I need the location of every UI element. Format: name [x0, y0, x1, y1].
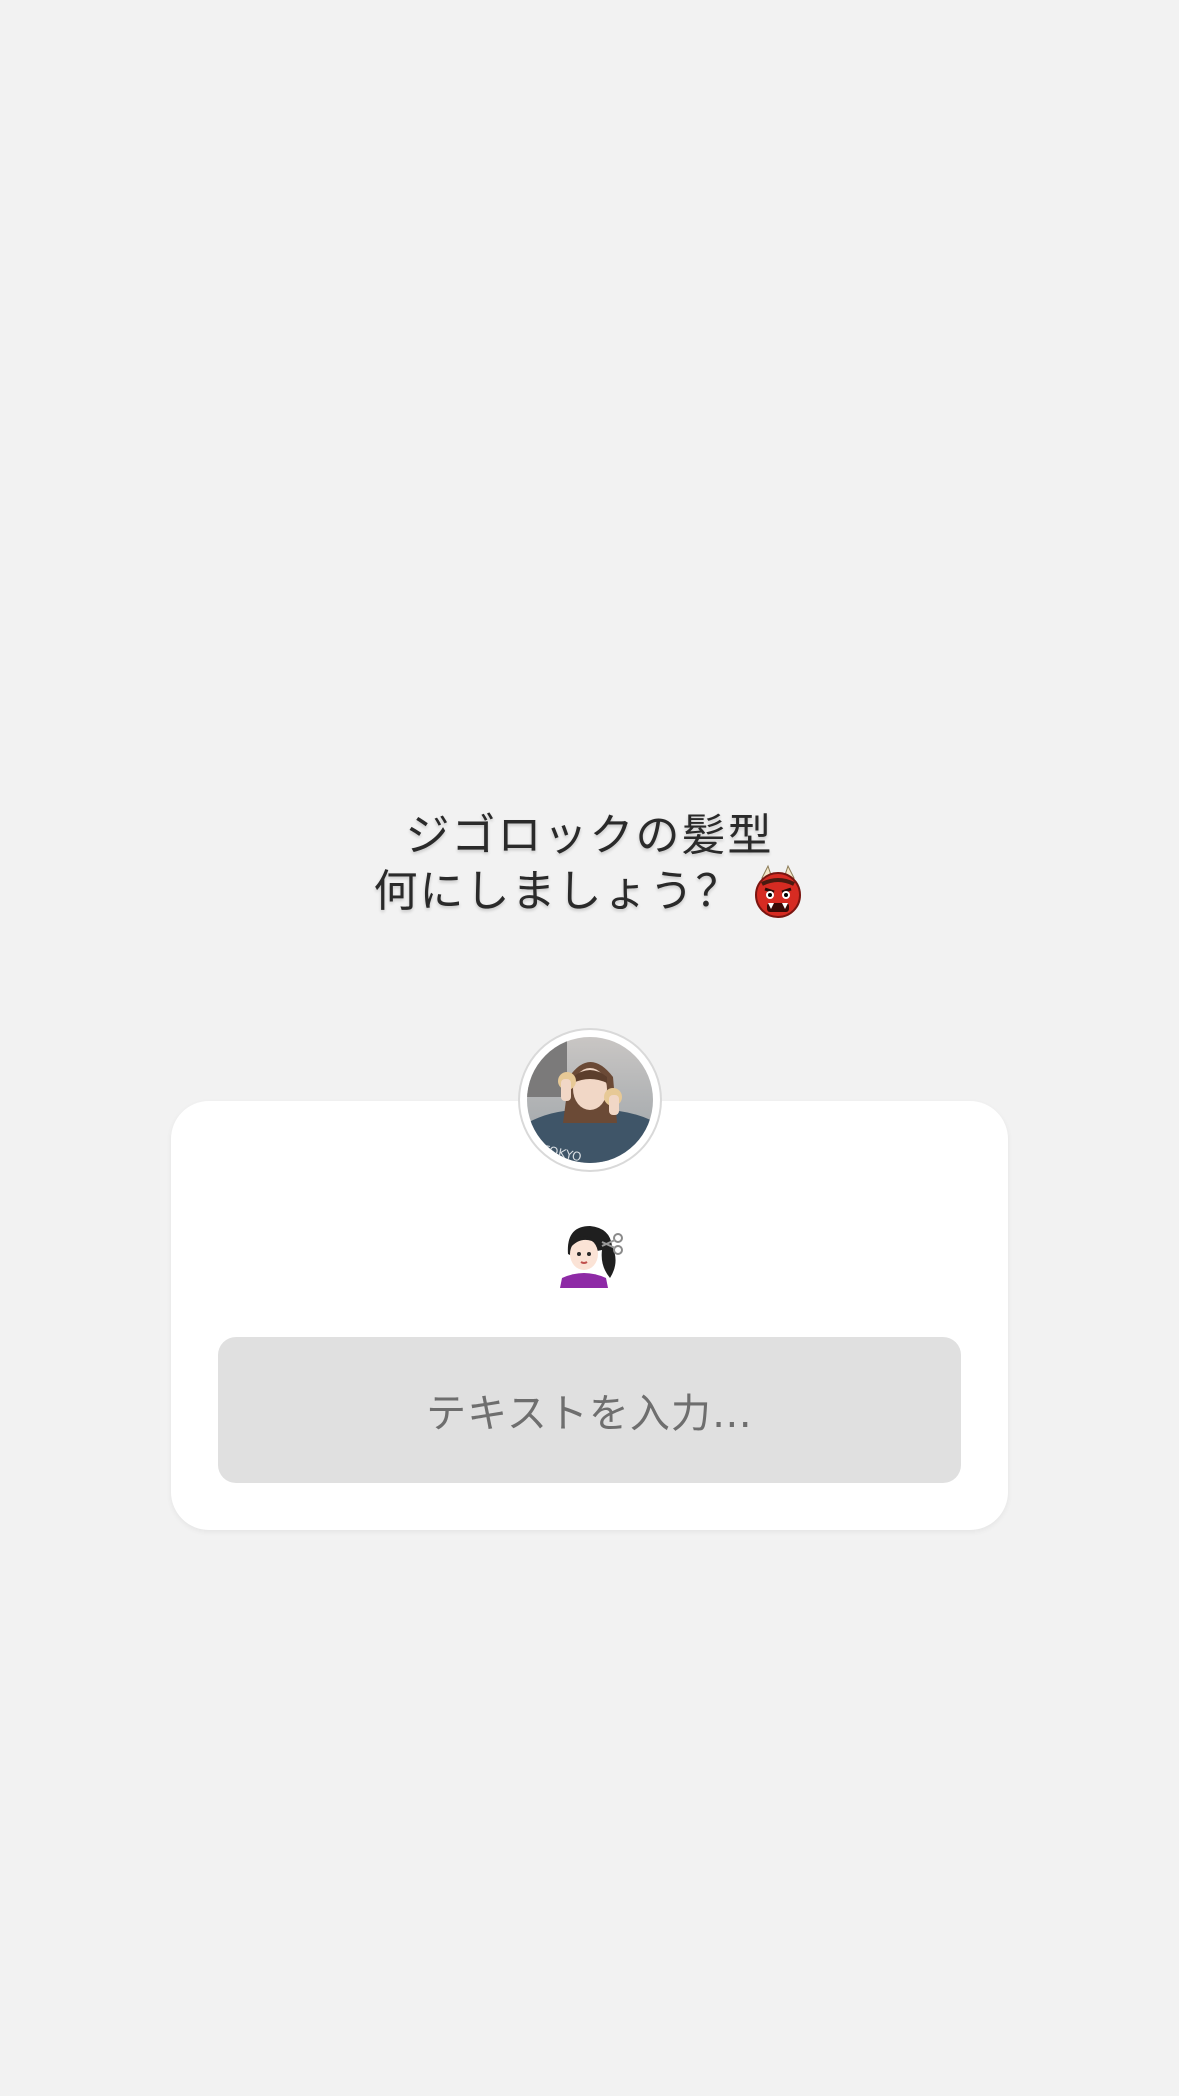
question-line-2: 何にしましょう？ — [373, 866, 742, 917]
reply-input-placeholder: テキストを入力… — [426, 1391, 753, 1437]
avatar-photo: TOKYO — [527, 1037, 653, 1163]
profile-avatar: TOKYO — [520, 1030, 660, 1170]
haircut-woman-icon — [552, 1216, 624, 1288]
oni-face-icon — [750, 864, 806, 920]
reply-text-input[interactable]: テキストを入力… — [218, 1337, 961, 1483]
question-text: ジゴロックの髪型 何にしましょう？ — [0, 808, 1179, 920]
question-line-1: ジゴロックの髪型 — [405, 810, 774, 861]
question-line-2-wrap: 何にしましょう？ — [374, 864, 806, 920]
